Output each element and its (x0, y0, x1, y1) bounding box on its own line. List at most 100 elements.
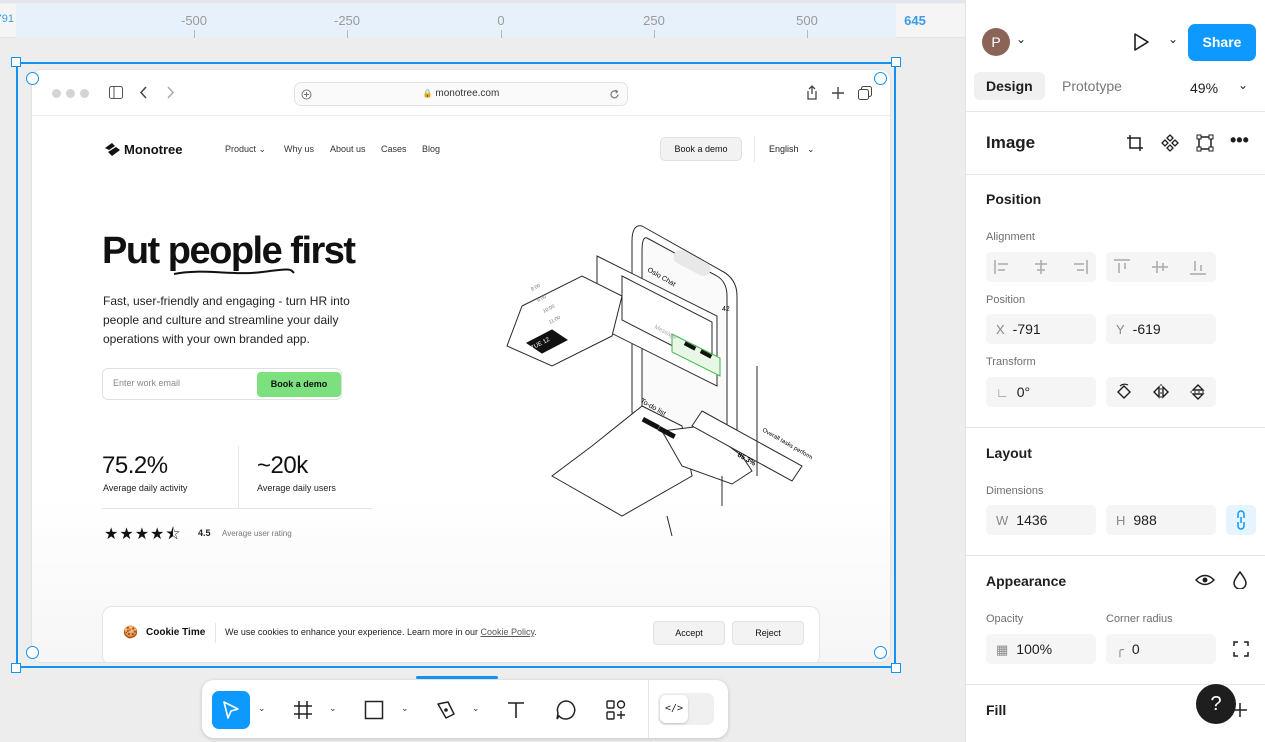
opacity-label: Opacity (986, 613, 1024, 625)
chevron-down-icon[interactable]: ⌄ (329, 703, 337, 714)
position-label: Position (986, 294, 1026, 306)
cursor-icon (223, 701, 239, 719)
move-tool-button[interactable] (212, 691, 250, 729)
ruler-selection-range (16, 4, 896, 38)
chevron-down-icon[interactable]: ⌄ (258, 703, 266, 714)
section-divider (966, 427, 1265, 428)
rotation-field[interactable]: ∟ 0° (986, 377, 1096, 407)
w-prefix: W (996, 513, 1009, 528)
x-position-field[interactable]: X -791 (986, 314, 1096, 344)
h-value: 988 (1133, 512, 1157, 528)
x-value: -791 (1012, 321, 1041, 337)
pen-tool-button[interactable] (427, 691, 465, 729)
panel-tabs: Design Prototype 49% ⌄ (966, 66, 1265, 112)
ruler-label: -500 (180, 13, 208, 28)
more-options-icon[interactable]: ••• (1230, 130, 1249, 151)
horizontal-alignment-group (986, 252, 1096, 282)
ruler-tick (347, 30, 348, 38)
ruler-tick (654, 30, 655, 38)
ruler-label: 500 (796, 13, 818, 28)
resize-handle-top-right[interactable] (891, 57, 901, 67)
ruler-label: -250 (333, 13, 361, 28)
present-play-icon[interactable] (1132, 32, 1150, 52)
comment-tool-button[interactable] (547, 691, 585, 729)
corner-radius-field[interactable]: ╭ 0 (1106, 634, 1216, 664)
corner-radius-icon: ╭ (1116, 642, 1124, 657)
tab-design[interactable]: Design (974, 72, 1045, 100)
bottom-toolbar: ⌄ ⌄ ⌄ ⌄ </> (202, 676, 728, 738)
y-position-field[interactable]: Y -619 (1106, 314, 1216, 344)
horizontal-ruler: -791 -500 -250 0 250 500 645 (0, 4, 965, 38)
corner-radius-value: 0 (1131, 641, 1140, 657)
fill-section-title: Fill (986, 702, 1007, 718)
align-center-horizontal-icon[interactable] (1032, 260, 1050, 274)
align-left-icon[interactable] (994, 260, 1012, 274)
x-prefix: X (996, 322, 1005, 337)
share-button[interactable]: Share (1188, 24, 1256, 61)
ruler-tick (194, 30, 195, 38)
chevron-down-icon[interactable]: ⌄ (1168, 32, 1178, 46)
transform-buttons (1106, 377, 1216, 407)
top-strip (0, 0, 965, 3)
actions-tool-button[interactable] (597, 691, 635, 729)
align-middle-icon[interactable] (1152, 259, 1168, 275)
align-top-icon[interactable] (1114, 259, 1130, 275)
component-icon[interactable] (1161, 134, 1179, 152)
shape-tool-button[interactable] (355, 691, 393, 729)
y-value: -619 (1132, 321, 1161, 337)
chevron-down-icon[interactable]: ⌄ (1238, 78, 1248, 92)
resize-handle-bottom-right[interactable] (891, 663, 901, 673)
resize-frame-icon[interactable] (1196, 134, 1214, 152)
corner-radius-handle[interactable] (874, 646, 887, 659)
align-right-icon[interactable] (1070, 260, 1088, 274)
opacity-grid-icon: ▦ (996, 642, 1009, 657)
corner-radius-handle[interactable] (26, 72, 39, 85)
text-icon (508, 702, 524, 718)
dev-mode-toggle[interactable]: </> (658, 693, 714, 725)
height-field[interactable]: H 988 (1106, 505, 1216, 535)
crop-icon[interactable] (1126, 134, 1144, 152)
w-value: 1436 (1016, 512, 1048, 528)
resize-handle-top-left[interactable] (11, 57, 21, 67)
transform-label: Transform (986, 356, 1036, 368)
selection-frame[interactable] (16, 62, 896, 668)
ruler-right-edge: 645 (904, 13, 926, 28)
text-tool-button[interactable] (497, 691, 535, 729)
link-icon (1237, 510, 1245, 530)
rotate-90-icon[interactable] (1115, 383, 1133, 401)
avatar[interactable]: P (982, 28, 1010, 56)
comment-icon (556, 700, 576, 720)
zoom-level[interactable]: 49% (1190, 80, 1218, 96)
chevron-down-icon[interactable]: ⌄ (401, 703, 409, 714)
pen-icon (437, 701, 455, 719)
opacity-field[interactable]: ▦ 100% (986, 634, 1096, 664)
corner-radius-handle[interactable] (26, 646, 39, 659)
properties-panel: P ⌄ ⌄ Share Design Prototype 49% ⌄ Image… (965, 0, 1265, 742)
chevron-down-icon[interactable]: ⌄ (472, 703, 480, 714)
rotation-value: 0° (1016, 384, 1031, 400)
constrain-proportions-button[interactable] (1226, 505, 1256, 535)
toolbar-highlight (416, 676, 498, 679)
help-button[interactable]: ? (1196, 684, 1236, 724)
blend-mode-drop-icon[interactable] (1233, 571, 1247, 589)
tab-prototype[interactable]: Prototype (1050, 72, 1134, 100)
corner-radius-handle[interactable] (874, 72, 887, 85)
chevron-down-icon[interactable]: ⌄ (1016, 32, 1026, 46)
flip-vertical-icon[interactable] (1189, 383, 1207, 401)
alignment-label: Alignment (986, 231, 1035, 243)
rotation-icon: ∟ (996, 385, 1009, 400)
independent-corners-icon[interactable] (1233, 641, 1249, 657)
actions-icon (606, 700, 626, 720)
ruler-tick (807, 30, 808, 38)
ruler-label: 250 (643, 13, 665, 28)
align-bottom-icon[interactable] (1190, 259, 1206, 275)
layer-type-title: Image (986, 133, 1036, 152)
flip-horizontal-icon[interactable] (1152, 383, 1170, 401)
opacity-value: 100% (1016, 641, 1053, 657)
visibility-eye-icon[interactable] (1195, 572, 1215, 588)
y-prefix: Y (1116, 322, 1125, 337)
frame-tool-button[interactable] (284, 691, 322, 729)
toolbar-divider (648, 680, 649, 738)
width-field[interactable]: W 1436 (986, 505, 1096, 535)
resize-handle-bottom-left[interactable] (11, 663, 21, 673)
